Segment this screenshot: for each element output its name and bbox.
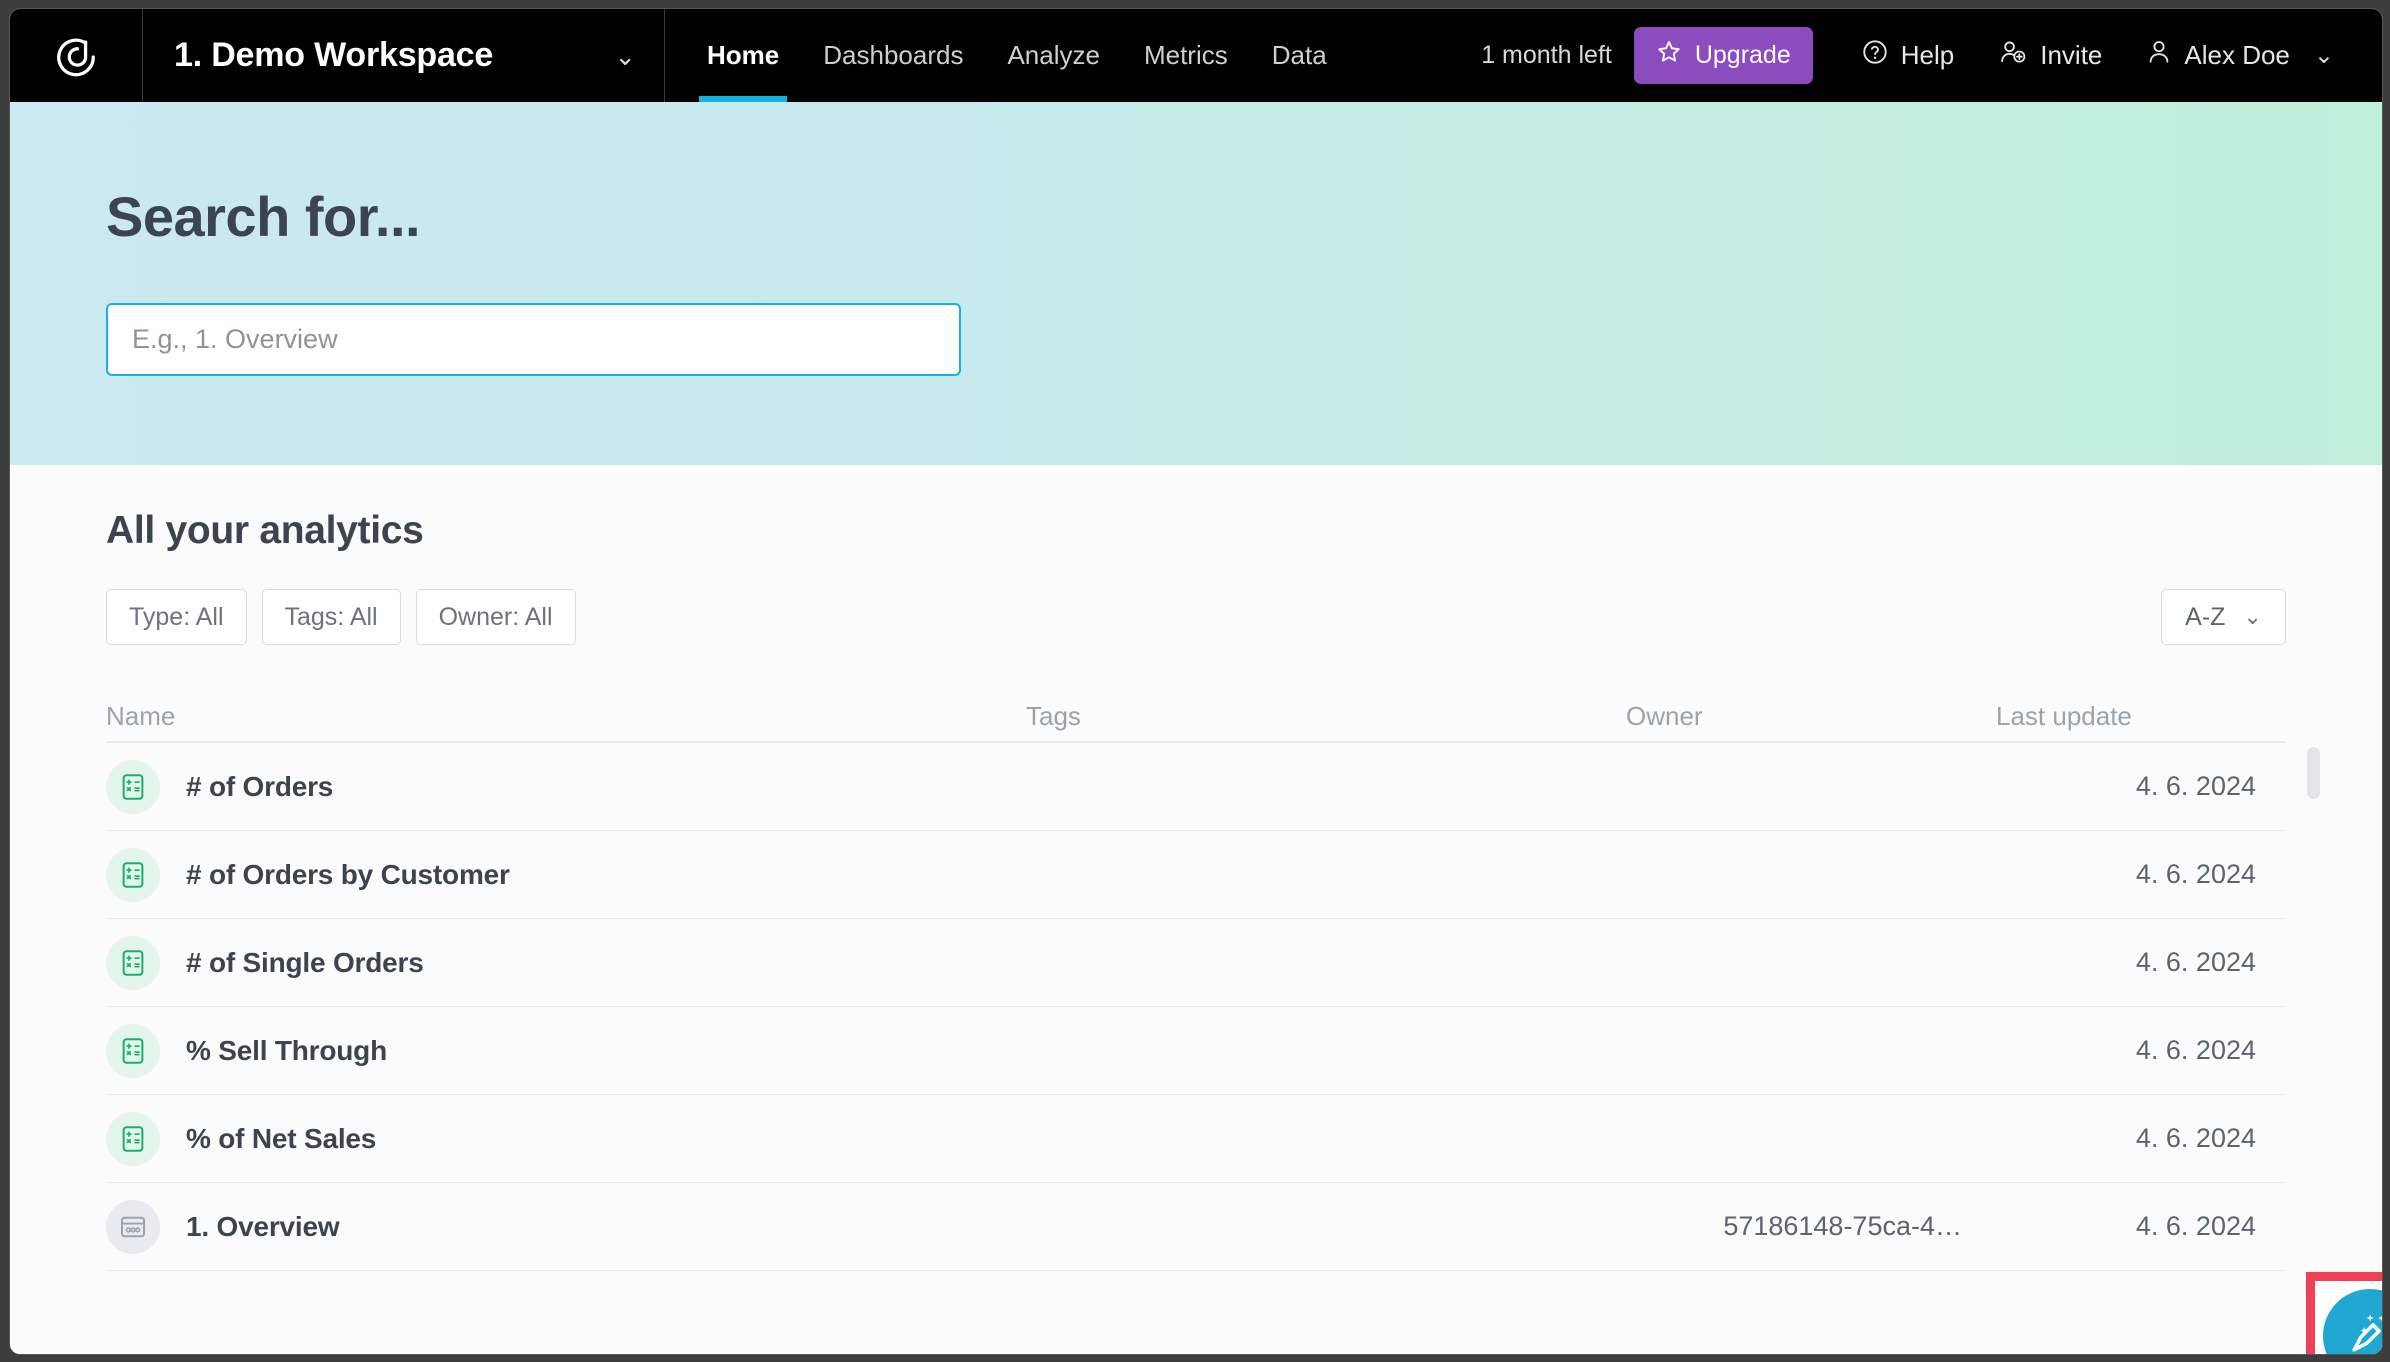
top-bar-right-actions: 1 month left Upgrade Help Invite Alex Do… xyxy=(1481,9,2382,102)
row-name: # of Orders xyxy=(186,770,334,802)
workspace-selector[interactable]: 1. Demo Workspace ⌄ xyxy=(143,9,665,102)
filter-type[interactable]: Type: All xyxy=(106,589,247,645)
help-circle-icon xyxy=(1861,38,1889,73)
help-label: Help xyxy=(1900,40,1955,70)
upgrade-button[interactable]: Upgrade xyxy=(1633,27,1813,84)
app-logo[interactable] xyxy=(10,9,143,102)
table-row[interactable]: % Sell Through 4. 6. 2024 xyxy=(106,1007,2286,1095)
column-header-owner[interactable]: Owner xyxy=(1626,701,1996,732)
row-owner: 57186148-75ca-4… xyxy=(1723,1211,1962,1241)
metric-calculator-icon xyxy=(106,1023,160,1078)
metric-calculator-icon xyxy=(106,847,160,902)
dashboard-icon xyxy=(106,1199,160,1254)
user-name-label: Alex Doe xyxy=(2184,40,2290,70)
metric-calculator-icon xyxy=(106,935,160,990)
app-window: 1. Demo Workspace ⌄ Home Dashboards Anal… xyxy=(10,9,2382,1354)
invite-button[interactable]: Invite xyxy=(1976,38,2124,73)
sort-dropdown-label: A-Z xyxy=(2185,602,2226,631)
upgrade-button-label: Upgrade xyxy=(1694,41,1791,69)
invite-label: Invite xyxy=(2040,40,2103,70)
workspace-name: 1. Demo Workspace xyxy=(174,36,494,74)
gooddata-logo-icon xyxy=(53,33,99,79)
row-name: 1. Overview xyxy=(186,1210,340,1242)
ai-assistant-button[interactable] xyxy=(2323,1289,2382,1354)
row-last-update: 4. 6. 2024 xyxy=(2135,859,2256,889)
table-row[interactable]: 1. Overview 57186148-75ca-4… 4. 6. 2024 xyxy=(106,1183,2286,1271)
column-header-tags[interactable]: Tags xyxy=(1026,701,1626,732)
tab-metrics[interactable]: Metrics xyxy=(1122,9,1250,102)
user-menu[interactable]: Alex Doe ⌄ xyxy=(2124,38,2356,73)
row-last-update: 4. 6. 2024 xyxy=(2135,771,2256,801)
table-body: # of Orders 4. 6. 2024 # of Orders by Cust… xyxy=(106,743,2286,1271)
user-avatar-icon xyxy=(2146,38,2172,73)
search-input[interactable] xyxy=(106,303,961,376)
metric-calculator-icon xyxy=(106,759,160,814)
row-name: % Sell Through xyxy=(186,1034,387,1066)
main-nav-tabs: Home Dashboards Analyze Metrics Data xyxy=(665,9,1349,102)
sort-dropdown[interactable]: A-Z ⌄ xyxy=(2161,589,2286,645)
user-plus-icon xyxy=(1998,38,2028,73)
filter-tags[interactable]: Tags: All xyxy=(261,589,401,645)
metric-calculator-icon xyxy=(106,1111,160,1166)
table-scrollbar-thumb[interactable] xyxy=(2307,747,2320,799)
row-last-update: 4. 6. 2024 xyxy=(2135,1035,2256,1065)
table-header-row: Name Tags Owner Last update xyxy=(106,691,2286,743)
star-icon xyxy=(1656,39,1682,72)
tab-dashboards[interactable]: Dashboards xyxy=(801,9,985,102)
row-name: % of Net Sales xyxy=(186,1122,377,1154)
help-button[interactable]: Help xyxy=(1839,38,1976,73)
filter-toolbar: Type: All Tags: All Owner: All A-Z ⌄ xyxy=(106,589,2286,645)
row-name: # of Single Orders xyxy=(186,946,424,978)
tab-data[interactable]: Data xyxy=(1250,9,1349,102)
tab-home[interactable]: Home xyxy=(685,9,801,102)
row-last-update: 4. 6. 2024 xyxy=(2135,1123,2256,1153)
row-last-update: 4. 6. 2024 xyxy=(2135,1211,2256,1241)
chevron-down-icon: ⌄ xyxy=(2313,41,2334,69)
table-row[interactable]: # of Single Orders 4. 6. 2024 xyxy=(106,919,2286,1007)
table-row[interactable]: % of Net Sales 4. 6. 2024 xyxy=(106,1095,2286,1183)
annotation-highlight-box xyxy=(2306,1272,2382,1354)
hero-search-section: Search for... xyxy=(10,102,2382,465)
row-name: # of Orders by Customer xyxy=(186,858,510,890)
trial-status-text: 1 month left xyxy=(1481,41,1612,69)
tab-analyze[interactable]: Analyze xyxy=(985,9,1122,102)
table-row[interactable]: # of Orders by Customer 4. 6. 2024 xyxy=(106,831,2286,919)
analytics-table: Name Tags Owner Last update # of Orders 4… xyxy=(106,691,2320,1271)
analytics-content: All your analytics Type: All Tags: All O… xyxy=(10,465,2382,1354)
column-header-last-update[interactable]: Last update xyxy=(1996,701,2286,732)
chevron-down-icon: ⌄ xyxy=(2243,604,2262,629)
chevron-down-icon: ⌄ xyxy=(614,40,636,71)
section-title: All your analytics xyxy=(106,509,424,552)
magic-wand-icon xyxy=(2342,1306,2382,1355)
row-last-update: 4. 6. 2024 xyxy=(2135,947,2256,977)
page-title: Search for... xyxy=(106,185,421,248)
table-row[interactable]: # of Orders 4. 6. 2024 xyxy=(106,743,2286,831)
column-header-name[interactable]: Name xyxy=(106,701,1026,732)
filter-owner[interactable]: Owner: All xyxy=(415,589,576,645)
top-navigation-bar: 1. Demo Workspace ⌄ Home Dashboards Anal… xyxy=(10,9,2382,102)
